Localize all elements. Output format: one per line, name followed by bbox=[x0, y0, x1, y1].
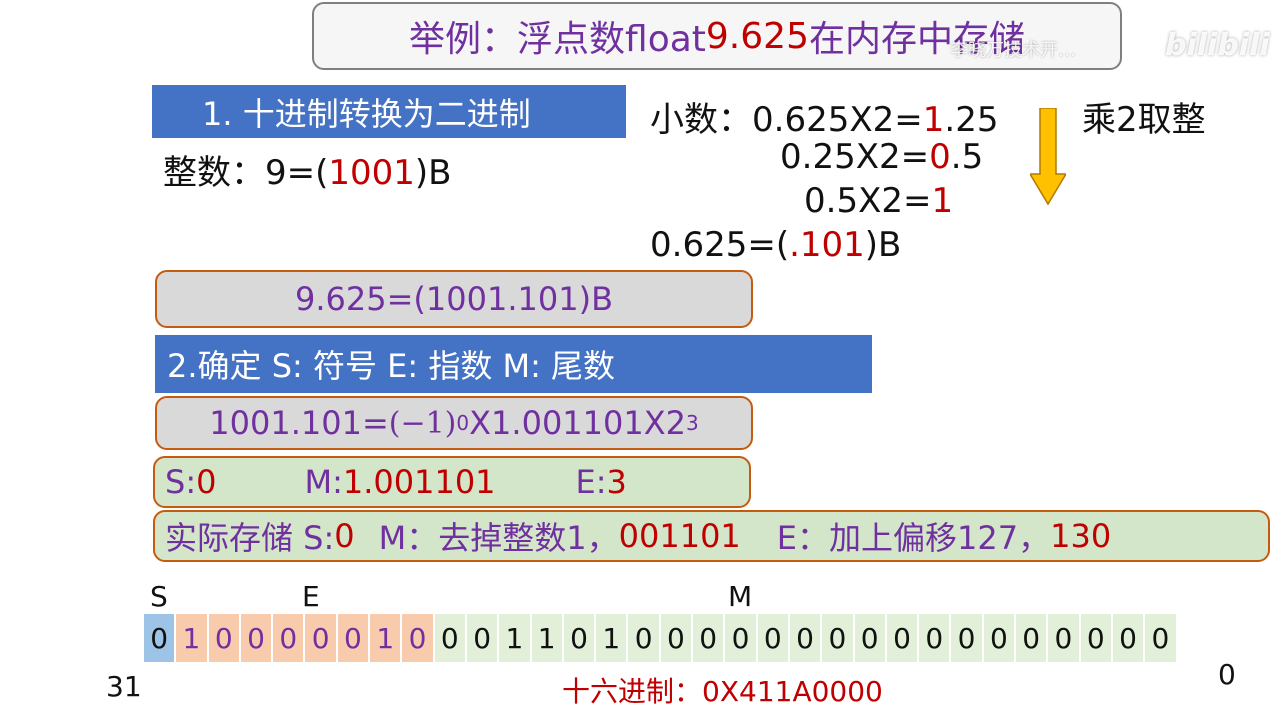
fraction-expr: 0.25X2= bbox=[780, 137, 930, 177]
storage-m-value: 001101 bbox=[618, 517, 741, 555]
exponent-bit: 0 bbox=[401, 613, 434, 663]
mantissa-bit: 0 bbox=[1079, 613, 1112, 663]
sign-bit: 0 bbox=[143, 613, 176, 663]
step1-header: 1. 十进制转换为二进制 bbox=[152, 85, 626, 138]
fraction-step-1: 小数：0.625X2=1.25 bbox=[650, 92, 998, 141]
integer-conversion: 整数：9=(1001)B bbox=[163, 145, 452, 194]
exponent-bit: 0 bbox=[336, 613, 370, 663]
exponent-bit: 1 bbox=[369, 613, 402, 663]
fraction-result-digits: .101 bbox=[789, 225, 865, 265]
storage-s-value: 0 bbox=[334, 517, 355, 555]
integer-prefix: 整数：9=( bbox=[163, 153, 329, 193]
exponent-bit: 0 bbox=[239, 613, 273, 663]
bit-index-high: 31 bbox=[106, 670, 142, 703]
sign-exponent: 0 bbox=[456, 411, 470, 435]
mantissa-bit: 0 bbox=[788, 613, 822, 663]
mantissa-bit: 0 bbox=[1015, 613, 1048, 663]
mantissa-bit: 0 bbox=[1047, 613, 1080, 663]
fraction-result: 0.625=(.101)B bbox=[650, 225, 901, 265]
mantissa-bit: 0 bbox=[950, 613, 983, 663]
mantissa-bit: 0 bbox=[1111, 613, 1145, 663]
e-label: E: bbox=[575, 463, 607, 501]
mantissa-bit: 0 bbox=[433, 613, 466, 663]
actual-storage-box: 实际存储 S: 0 M：去掉整数1， 001101 E：加上偏移127， 130 bbox=[153, 510, 1270, 562]
method-label: 乘2取整 bbox=[1082, 100, 1206, 140]
storage-m-label: M：去掉整数1， bbox=[378, 519, 619, 557]
integer-suffix: )B bbox=[414, 153, 452, 193]
mantissa-bit: 0 bbox=[918, 613, 951, 663]
mantissa-bit: 0 bbox=[724, 613, 757, 663]
mantissa-bit: 0 bbox=[465, 613, 499, 663]
exponent-bit: 0 bbox=[304, 613, 337, 663]
fraction-expr: 0.625X2= bbox=[752, 100, 923, 140]
normalized-lhs: 1001.101= bbox=[209, 404, 389, 442]
mantissa-bit: 0 bbox=[982, 613, 1016, 663]
sme-values-box: S: 0 M: 1.001101 E: 3 bbox=[153, 456, 751, 508]
field-label-s: S bbox=[150, 580, 168, 613]
mantissa-bit: 0 bbox=[885, 613, 919, 663]
exponent-bit: 0 bbox=[272, 613, 305, 663]
storage-prefix: 实际存储 S: bbox=[165, 519, 335, 557]
down-arrow-icon bbox=[1030, 108, 1066, 206]
mantissa-bit: 0 bbox=[821, 613, 854, 663]
integer-digits: 1001 bbox=[328, 153, 415, 193]
bit-row: 01000001000110100000000000000000 bbox=[143, 613, 1177, 663]
mantissa-bit: 0 bbox=[562, 613, 596, 663]
fraction-int-digit: 1 bbox=[931, 181, 954, 221]
s-label: S: bbox=[165, 463, 197, 501]
field-label-e: E bbox=[302, 580, 320, 613]
fraction-result-prefix: 0.625=( bbox=[650, 225, 790, 265]
mantissa-bit: 1 bbox=[530, 613, 563, 663]
m-label: M: bbox=[304, 463, 343, 501]
exponent-bit: 1 bbox=[175, 613, 208, 663]
hex-value: 0X411A0000 bbox=[702, 675, 883, 708]
normalized-form-box: 1001.101= (−1) 0 X1.001101X2 3 bbox=[155, 396, 753, 450]
s-value: 0 bbox=[196, 463, 217, 501]
storage-e-label: E：加上偏移127， bbox=[776, 519, 1051, 557]
mantissa-bit: 0 bbox=[627, 613, 660, 663]
mantissa-bit: 0 bbox=[659, 613, 693, 663]
fraction-lead: 小数： bbox=[650, 100, 752, 140]
field-label-m: M bbox=[728, 580, 753, 613]
mantissa-bit: 0 bbox=[756, 613, 789, 663]
storage-e-value: 130 bbox=[1050, 517, 1112, 555]
binary-value: 9.625=(1001.101)B bbox=[294, 280, 614, 318]
hex-representation: 十六进制：0X411A0000 bbox=[562, 670, 883, 710]
power-exponent: 3 bbox=[686, 411, 699, 435]
binary-value-box: 9.625=(1001.101)B bbox=[155, 270, 753, 328]
bit-index-low: 0 bbox=[1218, 658, 1236, 691]
sign-term: (−1) bbox=[388, 405, 457, 441]
fraction-rest: .25 bbox=[944, 100, 999, 140]
mantissa-bit: 1 bbox=[498, 613, 531, 663]
e-value: 3 bbox=[606, 463, 627, 501]
mantissa-bit: 0 bbox=[1144, 613, 1177, 663]
title-prefix: 举例：浮点数float bbox=[409, 19, 706, 60]
fraction-step-2: 0.25X2=0.5 bbox=[780, 137, 983, 177]
fraction-rest: .5 bbox=[950, 137, 984, 177]
mantissa-bit: 0 bbox=[692, 613, 725, 663]
fraction-int-digit: 0 bbox=[929, 137, 951, 177]
hex-label: 十六进制： bbox=[562, 675, 703, 708]
fraction-result-suffix: )B bbox=[864, 225, 902, 265]
fraction-expr: 0.5X2= bbox=[804, 181, 932, 221]
fraction-int-digit: 1 bbox=[922, 100, 945, 140]
normalized-mid: X1.001101X2 bbox=[469, 404, 687, 442]
mantissa-bit: 1 bbox=[595, 613, 628, 663]
title-number: 9.625 bbox=[705, 15, 809, 57]
mantissa-bit: 0 bbox=[853, 613, 886, 663]
fraction-step-3: 0.5X2=1 bbox=[804, 181, 953, 221]
watermark-text: 李晓万技术开… bbox=[950, 40, 1076, 61]
bilibili-logo: bilibili bbox=[1165, 28, 1270, 63]
step2-header: 2.确定 S: 符号 E: 指数 M: 尾数 bbox=[155, 335, 872, 393]
exponent-bit: 0 bbox=[207, 613, 240, 663]
m-value: 1.001101 bbox=[342, 463, 496, 501]
